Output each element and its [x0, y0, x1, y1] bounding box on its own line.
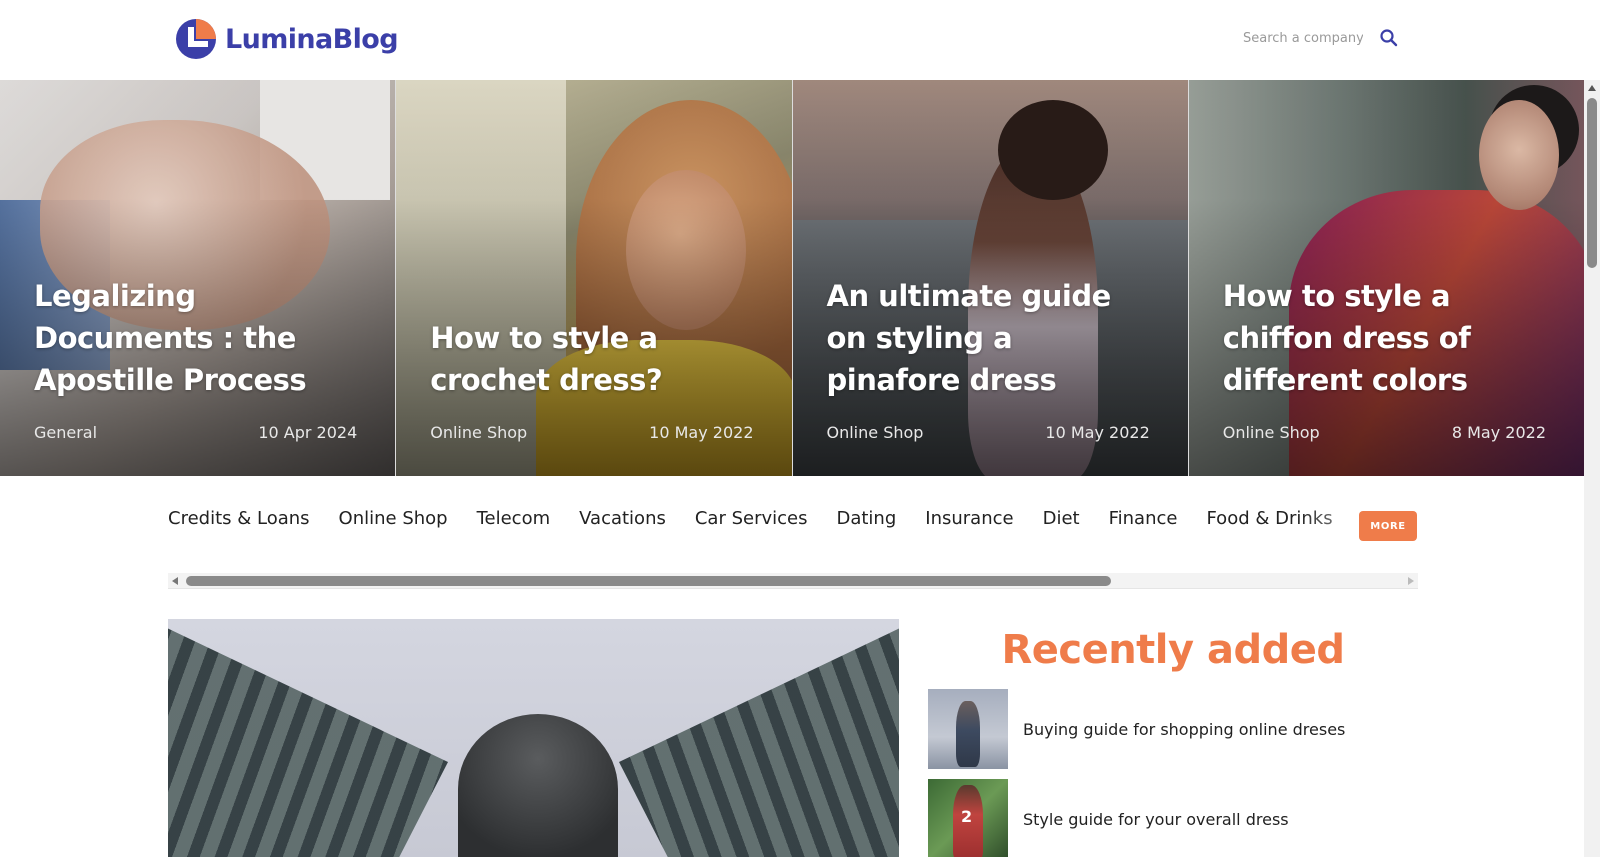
- list-item-title[interactable]: Buying guide for shopping online dreses: [1023, 720, 1345, 739]
- site-logo[interactable]: LuminaBlog: [175, 18, 399, 60]
- brand-name: LuminaBlog: [225, 23, 399, 55]
- featured-card-date: 10 May 2022: [1045, 423, 1150, 442]
- featured-card[interactable]: An ultimate guide on styling a pinafore …: [792, 80, 1188, 476]
- featured-card-category[interactable]: Online Shop: [827, 423, 924, 442]
- scrollbar-thumb[interactable]: [186, 576, 1111, 586]
- search-icon[interactable]: [1379, 28, 1399, 48]
- featured-card-date: 8 May 2022: [1451, 423, 1546, 442]
- list-item-thumbnail[interactable]: 2: [928, 779, 1008, 857]
- category-scrollbar[interactable]: [168, 573, 1418, 589]
- category-link-diet[interactable]: Diet: [1043, 508, 1080, 529]
- featured-card-title[interactable]: How to style a crochet dress?: [430, 317, 753, 401]
- list-item-thumbnail[interactable]: [928, 689, 1008, 769]
- scroll-right-arrow-icon[interactable]: [1408, 577, 1414, 585]
- more-categories-button[interactable]: MORE: [1359, 511, 1417, 541]
- list-item-title[interactable]: Style guide for your overall dress: [1023, 810, 1289, 829]
- featured-card-title[interactable]: An ultimate guide on styling a pinafore …: [827, 275, 1150, 401]
- list-item[interactable]: 2 Style guide for your overall dress: [928, 779, 1418, 857]
- category-nav: Credits & Loans Online Shop Telecom Vaca…: [168, 508, 1418, 548]
- category-link-telecom[interactable]: Telecom: [477, 508, 551, 529]
- featured-card[interactable]: How to style a crochet dress? Online Sho…: [396, 80, 792, 476]
- category-link-vacations[interactable]: Vacations: [579, 508, 666, 529]
- search-bar: [1243, 28, 1399, 48]
- featured-card-title[interactable]: How to style a chiffon dress of differen…: [1223, 275, 1546, 401]
- category-link-food-drinks[interactable]: Food & Drinks: [1206, 508, 1332, 529]
- featured-card-category[interactable]: Online Shop: [1223, 423, 1320, 442]
- category-link-dating[interactable]: Dating: [836, 508, 896, 529]
- site-header: LuminaBlog: [0, 0, 1584, 80]
- featured-card-category[interactable]: General: [34, 423, 97, 442]
- category-link-car-services[interactable]: Car Services: [695, 508, 808, 529]
- search-input[interactable]: [1243, 30, 1363, 46]
- category-link-credits-loans[interactable]: Credits & Loans: [168, 508, 310, 529]
- sidebar-title: Recently added: [1001, 627, 1345, 673]
- main-feature-image[interactable]: [168, 619, 899, 857]
- category-link-online-shop[interactable]: Online Shop: [339, 508, 448, 529]
- featured-card[interactable]: Legalizing Documents : the Apostille Pro…: [0, 80, 396, 476]
- featured-card-date: 10 Apr 2024: [258, 423, 358, 442]
- list-item[interactable]: Buying guide for shopping online dreses: [928, 689, 1418, 769]
- lumina-logo-icon: [176, 19, 216, 59]
- featured-card-category[interactable]: Online Shop: [430, 423, 527, 442]
- featured-carousel: Legalizing Documents : the Apostille Pro…: [0, 80, 1584, 476]
- page-scrollbar-thumb[interactable]: [1587, 98, 1597, 268]
- scroll-up-arrow-icon[interactable]: [1588, 85, 1596, 91]
- scroll-left-arrow-icon[interactable]: [172, 577, 178, 585]
- featured-card-title[interactable]: Legalizing Documents : the Apostille Pro…: [34, 275, 357, 401]
- scrollbar-top-area: [1584, 0, 1600, 80]
- recently-added-sidebar: Recently added Buying guide for shopping…: [928, 619, 1418, 857]
- category-link-insurance[interactable]: Insurance: [925, 508, 1013, 529]
- thumbnail-badge: 2: [961, 807, 973, 826]
- page-scrollbar[interactable]: [1584, 80, 1600, 857]
- category-link-finance[interactable]: Finance: [1109, 508, 1178, 529]
- featured-card-date: 10 May 2022: [649, 423, 754, 442]
- featured-card[interactable]: How to style a chiffon dress of differen…: [1188, 80, 1584, 476]
